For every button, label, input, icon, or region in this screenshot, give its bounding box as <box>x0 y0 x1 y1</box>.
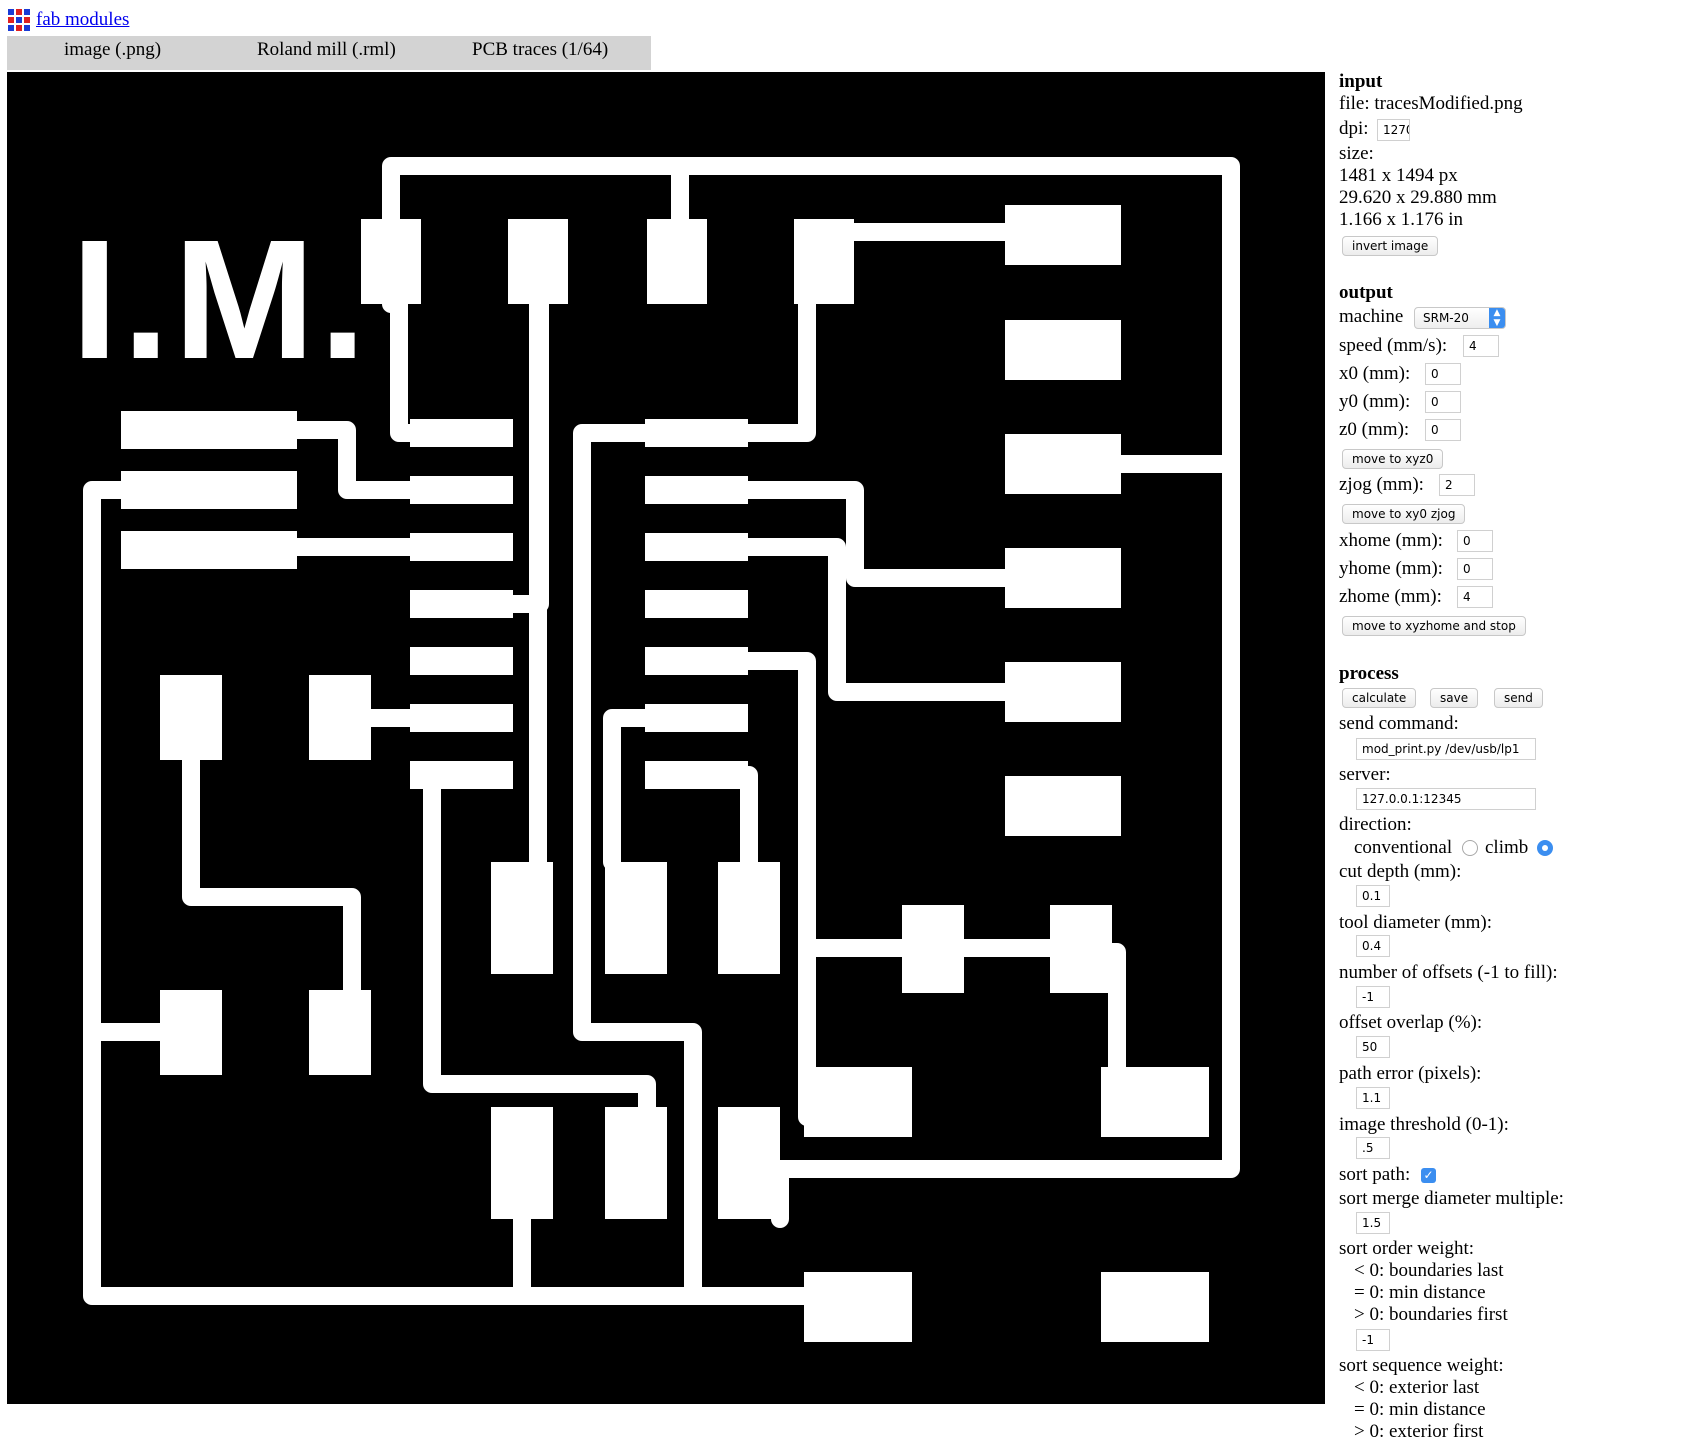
overlap-input[interactable]: 50 <box>1356 1036 1390 1058</box>
zjog-input[interactable]: 2 <box>1439 474 1475 496</box>
order-weight-line-3: > 0: boundaries first <box>1354 1304 1508 1325</box>
z0-input[interactable]: 0 <box>1425 419 1461 441</box>
server-input[interactable]: 127.0.0.1:12345 <box>1356 788 1536 810</box>
zhome-label: zhome (mm): <box>1339 586 1442 607</box>
merge-input[interactable]: 1.5 <box>1356 1212 1390 1234</box>
xhome-input[interactable]: 0 <box>1457 530 1493 552</box>
threshold-input[interactable]: .5 <box>1356 1137 1390 1159</box>
speed-label: speed (mm/s): <box>1339 335 1448 356</box>
climb-radio[interactable] <box>1537 840 1553 856</box>
board-logo-text: I.M. <box>71 205 370 395</box>
machine-select-value: SRM-20 <box>1423 311 1469 325</box>
path-error-label: path error (pixels): <box>1339 1063 1482 1084</box>
order-weight-input[interactable]: -1 <box>1356 1329 1390 1351</box>
order-weight-line-2: = 0: min distance <box>1354 1282 1486 1303</box>
yhome-label: yhome (mm): <box>1339 558 1443 579</box>
size-px: 1481 x 1494 px <box>1339 165 1458 186</box>
cut-depth-input[interactable]: 0.1 <box>1356 885 1390 907</box>
speed-input[interactable]: 4 <box>1463 335 1499 357</box>
size-label: size: <box>1339 143 1374 164</box>
conventional-label: conventional <box>1354 837 1453 858</box>
path-error-input[interactable]: 1.1 <box>1356 1087 1390 1109</box>
app-title: fab modules <box>8 7 129 33</box>
order-weight-label: sort order weight: <box>1339 1238 1475 1259</box>
move-xyz0-button[interactable]: move to xyz0 <box>1342 449 1444 469</box>
size-mm: 29.620 x 29.880 mm <box>1339 187 1497 208</box>
move-xy0-zjog-button[interactable]: move to xy0 zjog <box>1342 504 1466 524</box>
process-header: process <box>1339 663 1399 684</box>
sort-path-checkbox[interactable]: ✓ <box>1421 1168 1436 1183</box>
xhome-label: xhome (mm): <box>1339 530 1443 551</box>
sort-path-label: sort path: <box>1339 1164 1411 1185</box>
offsets-label: number of offsets (-1 to fill): <box>1339 962 1558 983</box>
machine-select[interactable]: SRM-20 ▲ ▼ <box>1414 307 1506 329</box>
output-header: output <box>1339 282 1393 303</box>
input-file: file: tracesModified.png <box>1339 93 1523 114</box>
overlap-label: offset overlap (%): <box>1339 1012 1483 1033</box>
send-command-label: send command: <box>1339 713 1459 734</box>
y0-input[interactable]: 0 <box>1425 391 1461 413</box>
tool-diameter-label: tool diameter (mm): <box>1339 912 1493 933</box>
x0-label: x0 (mm): <box>1339 363 1411 384</box>
zjog-label: zjog (mm): <box>1339 474 1424 495</box>
pcb-traces-image: I.M. <box>71 157 1240 1342</box>
merge-label: sort merge diameter multiple: <box>1339 1188 1564 1209</box>
climb-label: climb <box>1485 837 1529 858</box>
sequence-weight-line-1: < 0: exterior last <box>1354 1377 1480 1398</box>
breadcrumb-roland-mill[interactable]: Roland mill (.rml) <box>257 39 396 61</box>
breadcrumb-pcb-traces[interactable]: PCB traces (1/64) <box>472 39 608 61</box>
send-command-input[interactable]: mod_print.py /dev/usb/lp1 <box>1356 738 1536 760</box>
dpi-label: dpi: <box>1339 118 1369 139</box>
z0-label: z0 (mm): <box>1339 419 1410 440</box>
select-arrows-icon: ▲ ▼ <box>1489 308 1505 328</box>
pcb-image-canvas: I.M. <box>7 72 1325 1404</box>
calculate-button[interactable]: calculate <box>1342 688 1417 708</box>
offsets-input[interactable]: -1 <box>1356 986 1390 1008</box>
sequence-weight-line-3: > 0: exterior first <box>1354 1421 1484 1442</box>
save-button[interactable]: save <box>1430 688 1479 708</box>
zhome-input[interactable]: 4 <box>1457 586 1493 608</box>
server-label: server: <box>1339 764 1391 785</box>
threshold-label: image threshold (0-1): <box>1339 1114 1509 1135</box>
tool-diameter-input[interactable]: 0.4 <box>1356 935 1390 957</box>
sequence-weight-label: sort sequence weight: <box>1339 1355 1504 1376</box>
dpi-input[interactable]: 1270 <box>1377 119 1410 141</box>
conventional-radio[interactable] <box>1462 840 1478 856</box>
input-header: input <box>1339 71 1383 92</box>
cut-depth-label: cut depth (mm): <box>1339 861 1462 882</box>
send-button[interactable]: send <box>1494 688 1543 708</box>
x0-input[interactable]: 0 <box>1425 363 1461 385</box>
machine-label: machine <box>1339 306 1404 327</box>
move-xyzhome-button[interactable]: move to xyzhome and stop <box>1342 616 1526 636</box>
grid-icon <box>8 9 30 31</box>
invert-image-button[interactable]: invert image <box>1342 236 1439 256</box>
breadcrumb-image[interactable]: image (.png) <box>64 39 161 61</box>
fab-modules-link[interactable]: fab modules <box>36 9 129 31</box>
size-in: 1.166 x 1.176 in <box>1339 209 1464 230</box>
direction-label: direction: <box>1339 814 1412 835</box>
yhome-input[interactable]: 0 <box>1457 558 1493 580</box>
breadcrumb: image (.png) Roland mill (.rml) PCB trac… <box>7 36 651 70</box>
y0-label: y0 (mm): <box>1339 391 1411 412</box>
order-weight-line-1: < 0: boundaries last <box>1354 1260 1504 1281</box>
sequence-weight-line-2: = 0: min distance <box>1354 1399 1486 1420</box>
